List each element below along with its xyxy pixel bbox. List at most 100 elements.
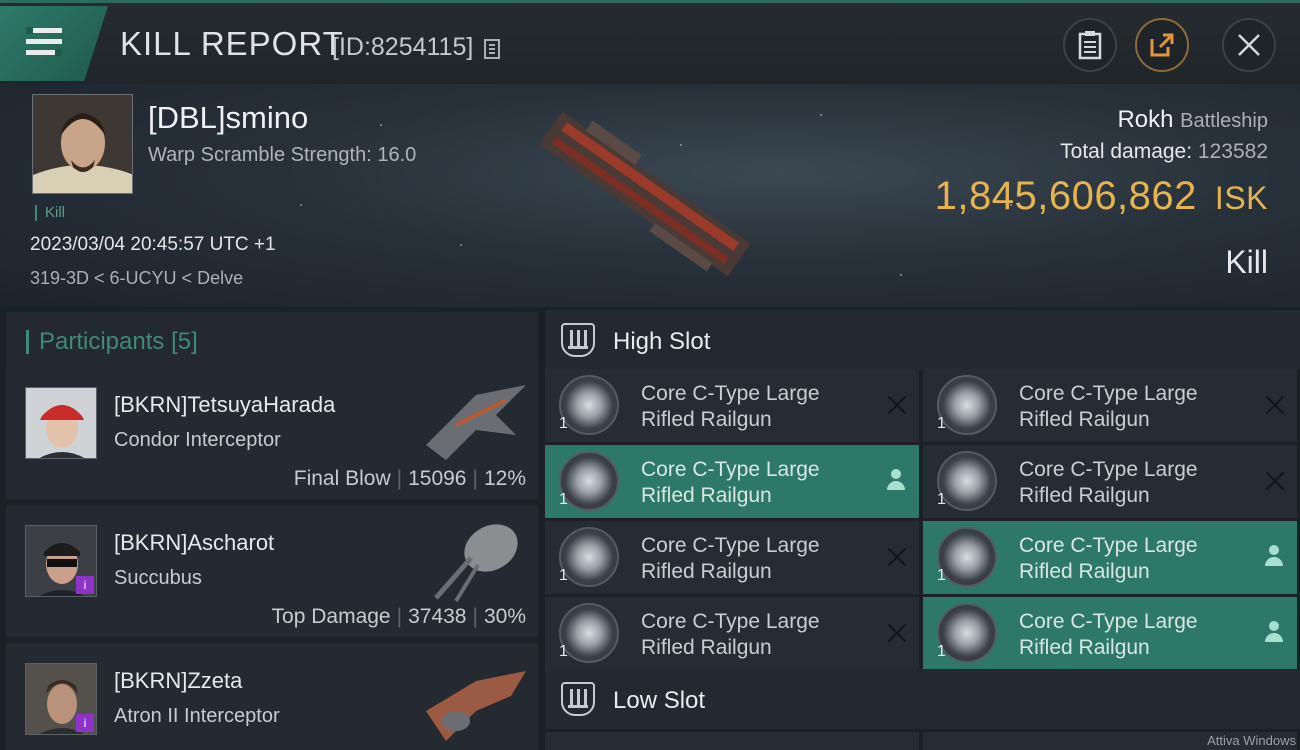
module-name: Core C-Type Large Rifled Railgun (1019, 458, 1198, 507)
report-id: [ID:8254115] (332, 33, 474, 61)
info-badge: i (76, 576, 94, 594)
module-item[interactable]: 1 Core C-Type Large Rifled Railgun (545, 369, 919, 442)
menu-button[interactable] (0, 6, 108, 81)
stat-label: Top Damage (271, 605, 391, 628)
railgun-icon (559, 451, 619, 511)
ship-name[interactable]: Rokh (1117, 106, 1173, 133)
high-slot-icon (561, 323, 595, 357)
module-quantity: 1 (937, 415, 946, 432)
copy-icon[interactable] (484, 39, 500, 59)
participants-title: Participants [5] (26, 330, 198, 354)
module-quantity: 1 (937, 567, 946, 584)
participant-ship: Atron II Interceptor (114, 705, 280, 727)
module-name: Core C-Type Large Rifled Railgun (1019, 534, 1198, 583)
participant-portrait (25, 387, 97, 459)
clipboard-icon (1078, 31, 1102, 60)
module-item[interactable]: 1 Core C-Type Large Rifled Railgun (545, 597, 919, 670)
module-quantity: 1 (559, 415, 568, 432)
low-slot-icon (561, 682, 595, 716)
module-name: Core C-Type Large Rifled Railgun (641, 610, 820, 659)
participant-portrait: i (25, 663, 97, 735)
close-icon (1238, 34, 1260, 56)
module-item[interactable]: 1 Core C-Type Large Rifled Railgun (545, 445, 919, 518)
participant-ship: Condor Interceptor (114, 429, 281, 451)
page-title: KILL REPORT (120, 25, 344, 62)
isk-value: 1,845,606,862 ISK (935, 174, 1268, 219)
module-item[interactable] (545, 732, 919, 750)
fitting-panel: High Slot 1 Core C-Type Large Rifled Rai… (540, 307, 1300, 750)
windows-watermark: Attiva Windows (1207, 733, 1296, 748)
isk-unit: ISK (1214, 180, 1268, 216)
share-button[interactable] (1135, 18, 1189, 72)
participants-header[interactable]: Participants [5] (6, 312, 538, 372)
module-item[interactable]: 1 Core C-Type Large Rifled Railgun (923, 369, 1297, 442)
victim-portrait[interactable] (32, 94, 133, 194)
participant-name[interactable]: [BKRN]Ascharot (114, 530, 274, 556)
module-item[interactable]: 1 Core C-Type Large Rifled Railgun (923, 597, 1297, 670)
kill-datetime: 2023/03/04 20:45:57 UTC +1 (30, 234, 276, 255)
kill-summary: [DBL]smino Warp Scramble Strength: 16.0 … (0, 84, 1300, 307)
participant-card[interactable]: i [BKRN]Ascharot Succubus Top Damage | 374… (6, 505, 538, 637)
module-item[interactable]: 1 Core C-Type Large Rifled Railgun (923, 445, 1297, 518)
close-button[interactable] (1222, 18, 1276, 72)
victim-name[interactable]: [DBL]smino (148, 100, 308, 136)
participant-ship-image (434, 524, 518, 603)
module-name: Core C-Type Large Rifled Railgun (1019, 382, 1198, 431)
dropped-person-icon (887, 469, 905, 491)
module-quantity: 1 (559, 643, 568, 660)
railgun-icon (937, 451, 997, 511)
dropped-person-icon (1265, 545, 1283, 567)
low-slot-header[interactable]: Low Slot (545, 669, 1300, 729)
stat-percent: 30% (483, 605, 526, 628)
warp-scramble-strength: Warp Scramble Strength: 16.0 (148, 144, 417, 166)
participants-panel: Participants [5] [BKRN]TetsuyaHarada Con… (0, 307, 540, 750)
railgun-icon (937, 375, 997, 435)
module-name: Core C-Type Large Rifled Railgun (641, 534, 820, 583)
module-quantity: 1 (559, 567, 568, 584)
railgun-icon (559, 603, 619, 663)
pilot-portrait-image (26, 388, 96, 458)
total-damage-label: Total damage: (1060, 140, 1193, 163)
destroyed-icon (1265, 395, 1285, 415)
total-damage: Total damage: 123582 (1060, 140, 1268, 164)
participants-label: Participants (39, 328, 165, 355)
destroyed-icon (887, 623, 907, 643)
info-badge: i (76, 714, 94, 732)
railgun-icon (937, 603, 997, 663)
module-quantity: 1 (937, 643, 946, 660)
pilot-portrait-image (33, 95, 132, 193)
participant-stats: Final Blow | 15096 | 12% (293, 467, 526, 490)
destroyed-icon (887, 547, 907, 567)
railgun-icon (559, 527, 619, 587)
participant-ship: Succubus (114, 567, 202, 589)
participant-stats: Top Damage | 37438 | 30% (271, 605, 526, 628)
ship-class: Battleship (1180, 110, 1268, 132)
isk-amount: 1,845,606,862 (934, 174, 1197, 218)
participant-ship-image (426, 671, 526, 741)
stat-label: Final Blow (293, 467, 391, 490)
module-item[interactable]: 1 Core C-Type Large Rifled Railgun (923, 521, 1297, 594)
module-quantity: 1 (937, 491, 946, 508)
top-bar: KILL REPORT [ID:8254115] (0, 0, 1300, 84)
module-quantity: 1 (559, 491, 568, 508)
module-item[interactable]: 1 Core C-Type Large Rifled Railgun (545, 521, 919, 594)
stat-damage: 15096 (408, 467, 467, 490)
stat-percent: 12% (483, 467, 526, 490)
participant-card[interactable]: [BKRN]TetsuyaHarada Condor Interceptor F… (6, 367, 538, 499)
stat-damage: 37438 (408, 605, 467, 628)
total-damage-value: 123582 (1197, 140, 1268, 163)
railgun-icon (937, 527, 997, 587)
destroyed-icon (887, 395, 907, 415)
clipboard-button[interactable] (1063, 18, 1117, 72)
participant-portrait: i (25, 525, 97, 597)
participant-name[interactable]: [BKRN]TetsuyaHarada (114, 392, 335, 418)
kill-location[interactable]: 319-3D < 6-UCYU < Delve (30, 268, 243, 289)
victim-ship: Rokh Battleship (1117, 106, 1268, 134)
participant-ship-image (426, 385, 526, 460)
participant-card[interactable]: i [BKRN]Zzeta Atron II Interceptor (6, 643, 538, 750)
victim-ship-image[interactable] (520, 104, 770, 284)
participant-name[interactable]: [BKRN]Zzeta (114, 668, 242, 694)
high-slot-header[interactable]: High Slot (545, 310, 1300, 370)
module-name: Core C-Type Large Rifled Railgun (641, 458, 820, 507)
dropped-person-icon (1265, 621, 1283, 643)
